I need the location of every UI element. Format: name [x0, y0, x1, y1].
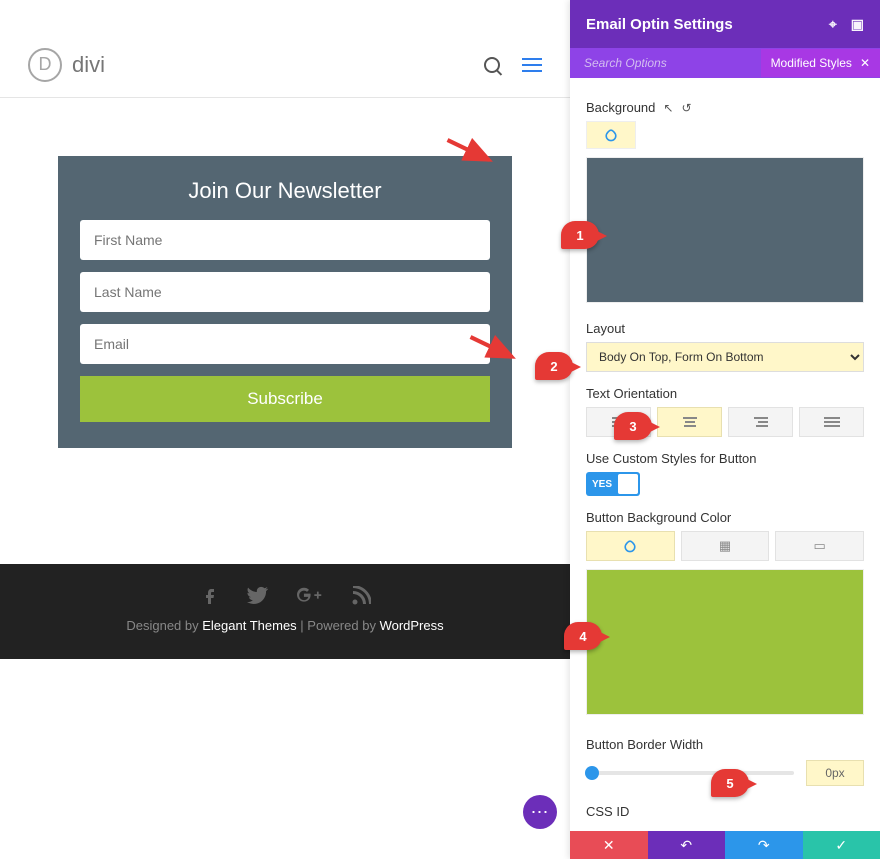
- annotation-pin-3: 3: [614, 412, 652, 440]
- annotation-pin-2: 2: [535, 352, 573, 380]
- modified-styles-tag[interactable]: Modified Styles✕: [761, 49, 880, 77]
- custom-styles-toggle[interactable]: YES: [586, 472, 640, 496]
- redo-button[interactable]: ↷: [725, 831, 803, 859]
- reset-icon[interactable]: ↺: [681, 101, 691, 115]
- text-orientation-label: Text Orientation: [586, 386, 864, 401]
- search-options-input[interactable]: Search Options: [570, 56, 761, 70]
- align-justify-button[interactable]: [799, 407, 864, 437]
- rss-icon[interactable]: [351, 586, 371, 606]
- email-input[interactable]: [80, 324, 490, 364]
- footer-credit: Designed by Elegant Themes | Powered by …: [0, 618, 570, 633]
- panel-title: Email Optin Settings: [586, 16, 733, 33]
- optin-title: Join Our Newsletter: [80, 178, 490, 204]
- background-color-swatch[interactable]: [586, 157, 864, 303]
- subscribe-button[interactable]: Subscribe: [80, 376, 490, 422]
- custom-button-styles-label: Use Custom Styles for Button: [586, 451, 864, 466]
- save-button[interactable]: ✓: [803, 831, 880, 859]
- button-bg-color-swatch[interactable]: [586, 569, 864, 715]
- logo-text: divi: [72, 52, 105, 78]
- background-label: Background ↖ ↺: [586, 100, 864, 115]
- annotation-pin-4: 4: [564, 622, 602, 650]
- target-icon[interactable]: ⌖: [829, 16, 837, 33]
- button-bg-color-tab[interactable]: [586, 531, 675, 561]
- email-optin-module[interactable]: Join Our Newsletter Subscribe: [58, 156, 512, 448]
- button-border-width-label: Button Border Width: [586, 737, 864, 752]
- annotation-pin-5: 5: [711, 769, 749, 797]
- close-icon[interactable]: ✕: [860, 56, 870, 70]
- elegant-themes-link[interactable]: Elegant Themes: [202, 618, 296, 633]
- panel-search-row: Search Options Modified Styles✕: [570, 48, 880, 78]
- googleplus-icon[interactable]: [297, 586, 323, 606]
- cancel-button[interactable]: ✕: [570, 831, 648, 859]
- logo-circle-icon: D: [28, 48, 62, 82]
- search-icon[interactable]: [484, 57, 500, 73]
- site-logo[interactable]: D divi: [28, 48, 105, 82]
- last-name-input[interactable]: [80, 272, 490, 312]
- first-name-input[interactable]: [80, 220, 490, 260]
- site-footer: Designed by Elegant Themes | Powered by …: [0, 564, 570, 659]
- align-right-button[interactable]: [728, 407, 793, 437]
- twitter-icon[interactable]: [247, 586, 269, 606]
- border-width-value[interactable]: 0px: [806, 760, 864, 786]
- undo-button[interactable]: ↶: [648, 831, 726, 859]
- expand-icon[interactable]: ▣: [851, 16, 864, 33]
- page-preview: D divi Join Our Newsletter Subscribe: [0, 0, 570, 859]
- menu-icon[interactable]: [522, 58, 542, 72]
- cursor-icon[interactable]: ↖: [663, 101, 673, 115]
- panel-header: Email Optin Settings ⌖ ▣: [570, 0, 880, 48]
- layout-label: Layout: [586, 321, 864, 336]
- button-bg-label: Button Background Color: [586, 510, 864, 525]
- border-width-slider[interactable]: [586, 771, 794, 775]
- builder-fab[interactable]: ⋯: [523, 795, 557, 829]
- site-header: D divi: [0, 32, 570, 98]
- button-bg-image-tab[interactable]: ▭: [775, 531, 864, 561]
- facebook-icon[interactable]: [199, 586, 219, 606]
- css-id-label: CSS ID: [586, 804, 864, 819]
- wordpress-link[interactable]: WordPress: [380, 618, 444, 633]
- align-center-button[interactable]: [657, 407, 722, 437]
- layout-select[interactable]: Body On Top, Form On Bottom: [586, 342, 864, 372]
- panel-action-bar: ✕ ↶ ↷ ✓: [570, 831, 880, 859]
- button-bg-gradient-tab[interactable]: ▦: [681, 531, 770, 561]
- bg-color-tab[interactable]: [586, 121, 636, 149]
- annotation-pin-1: 1: [561, 221, 599, 249]
